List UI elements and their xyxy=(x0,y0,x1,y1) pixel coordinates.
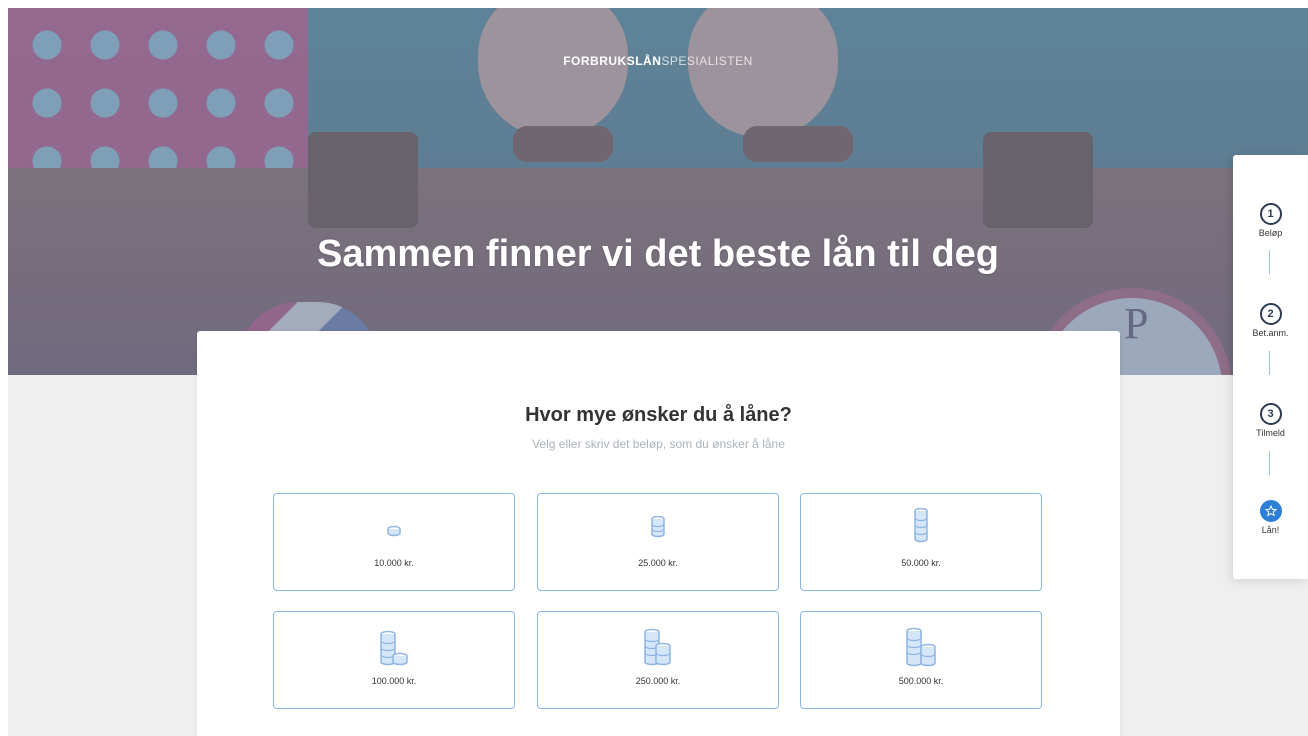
step-loan[interactable]: Lån! xyxy=(1233,500,1308,535)
amount-option-100000[interactable]: 100.000 kr. xyxy=(273,611,515,709)
amount-option-label: 250.000 kr. xyxy=(635,676,681,686)
step-connector xyxy=(1269,351,1270,375)
step-3-number: 3 xyxy=(1259,403,1282,425)
step-2-number: 2 xyxy=(1259,303,1282,325)
logo-bold-text: FORBRUKSLÅN xyxy=(563,54,662,68)
site-logo[interactable]: FORBRUKSLÅNSPESIALISTEN xyxy=(8,54,1308,68)
step-3-label: Tilmeld xyxy=(1256,428,1285,438)
card-subtitle: Velg eller skriv det beløp, som du ønske… xyxy=(532,437,785,451)
step-loan-label: Lån! xyxy=(1261,525,1280,535)
hero-title: Sammen finner vi det beste lån til deg xyxy=(316,233,1000,275)
step-2[interactable]: 2 Bet.anm. xyxy=(1233,303,1308,338)
step-2-label: Bet.anm. xyxy=(1252,328,1289,338)
step-3[interactable]: 3 Tilmeld xyxy=(1233,403,1308,438)
coin-stack-medium-icon xyxy=(538,516,778,543)
amount-option-label: 500.000 kr. xyxy=(898,676,944,686)
hero-banner: P A FORBRUKSLÅNSPESIALISTEN Sammen finne… xyxy=(8,8,1308,375)
step-1[interactable]: 1 Beløp xyxy=(1233,203,1308,238)
amount-option-50000[interactable]: 50.000 kr. xyxy=(800,493,1042,591)
loan-amount-card: Hvor mye ønsker du å låne? Velg eller sk… xyxy=(197,331,1120,736)
amount-option-label: 100.000 kr. xyxy=(371,676,417,686)
page: P A FORBRUKSLÅNSPESIALISTEN Sammen finne… xyxy=(8,8,1308,736)
star-icon xyxy=(1259,500,1282,522)
amount-option-500000[interactable]: 500.000 kr. xyxy=(800,611,1042,709)
card-title: Hvor mye ønsker du å låne? xyxy=(525,404,792,426)
coin-stack-tall-icon xyxy=(801,508,1041,549)
coin-stacks-icon xyxy=(538,628,778,673)
coin-stacks-icon xyxy=(274,630,514,673)
logo-light-text: SPESIALISTEN xyxy=(661,54,753,68)
amount-option-25000[interactable]: 25.000 kr. xyxy=(537,493,779,591)
amount-option-250000[interactable]: 250.000 kr. xyxy=(537,611,779,709)
coin-stack-small-icon xyxy=(274,524,514,542)
amount-option-label: 50.000 kr. xyxy=(901,558,941,568)
coin-stacks-large-icon xyxy=(801,627,1041,674)
amount-option-10000[interactable]: 10.000 kr. xyxy=(273,493,515,591)
amount-option-label: 25.000 kr. xyxy=(638,558,678,568)
progress-steps-panel: 1 Beløp 2 Bet.anm. 3 Tilmeld Lån! xyxy=(1233,155,1308,579)
step-connector xyxy=(1269,250,1270,274)
step-1-number: 1 xyxy=(1259,203,1282,225)
step-connector xyxy=(1269,451,1270,475)
amount-option-label: 10.000 kr. xyxy=(374,558,414,568)
step-1-label: Beløp xyxy=(1258,228,1283,238)
